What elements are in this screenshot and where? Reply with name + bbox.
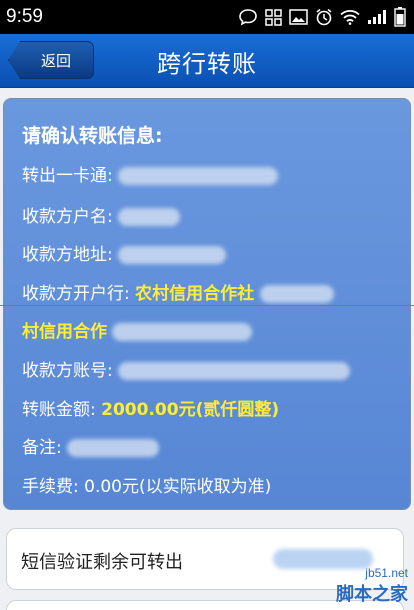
amount-value: 2000.00元(贰仟圆整) xyxy=(101,400,280,420)
status-bar: 9:59 xyxy=(0,0,414,34)
signal-icon xyxy=(368,10,386,24)
payee-address-label: 收款方地址: xyxy=(22,245,113,265)
payee-account-label: 收款方账号: xyxy=(22,361,113,381)
fee-label: 手续费: xyxy=(22,477,79,497)
payee-name-label: 收款方户名: xyxy=(22,207,113,227)
note-redacted xyxy=(67,439,160,457)
confirm-heading: 请确认转账信息: xyxy=(22,125,163,147)
card-row: 转出一卡通: xyxy=(22,161,279,186)
alarm-icon xyxy=(316,8,332,26)
amount-row: 转账金额: 2000.00元(贰仟圆整) xyxy=(22,395,279,420)
status-time: 9:59 xyxy=(6,6,43,27)
card-label: 转出一卡通: xyxy=(22,166,113,186)
grid-icon xyxy=(265,8,282,26)
payee-account-row: 收款方账号: xyxy=(22,356,351,381)
note-label: 备注: xyxy=(22,438,62,458)
payee-bank-redacted-1 xyxy=(259,285,334,303)
payee-name-row: 收款方户名: xyxy=(22,202,181,227)
sms-verify-label: 短信验证剩余可转出 xyxy=(21,552,183,573)
fee-value: 0.00元(以实际收取为准) xyxy=(84,477,272,497)
payee-bank-row: 收款方开户行: 农村信用合作社 xyxy=(22,279,334,304)
image-icon xyxy=(289,9,308,25)
payee-account-redacted xyxy=(118,362,351,380)
status-icons xyxy=(238,7,406,27)
note-row: 备注: xyxy=(22,433,160,458)
payee-bank-value-line2: 村信用合作 xyxy=(22,322,107,342)
header-bar: 返回 跨行转账 xyxy=(0,34,414,88)
page-title: 跨行转账 xyxy=(157,50,257,78)
watermark: jb51.net 脚本之家 xyxy=(336,566,408,606)
payee-bank-redacted-2 xyxy=(112,323,253,341)
watermark-name: 脚本之家 xyxy=(336,584,408,605)
card-value-redacted xyxy=(118,167,279,185)
wifi-icon xyxy=(340,10,360,25)
divider-line xyxy=(0,305,414,306)
payee-address-redacted xyxy=(118,246,227,264)
payee-address-row: 收款方地址: xyxy=(22,240,227,265)
fee-row: 手续费: 0.00元(以实际收取为准) xyxy=(22,472,271,497)
chat-icon xyxy=(239,9,257,26)
battery-icon xyxy=(394,7,406,27)
payee-bank-value-line1: 农村信用合作社 xyxy=(135,284,255,304)
watermark-site: jb51.net xyxy=(365,566,408,580)
amount-label: 转账金额: xyxy=(22,400,96,420)
payee-bank-row-2: 村信用合作 xyxy=(22,317,253,342)
payee-name-redacted xyxy=(118,208,181,226)
confirm-info-card: 请确认转账信息: 转出一卡通: 收款方户名: 收款方地址: 收款方开户行: 农村… xyxy=(3,98,411,510)
payee-bank-label: 收款方开户行: xyxy=(22,284,130,304)
